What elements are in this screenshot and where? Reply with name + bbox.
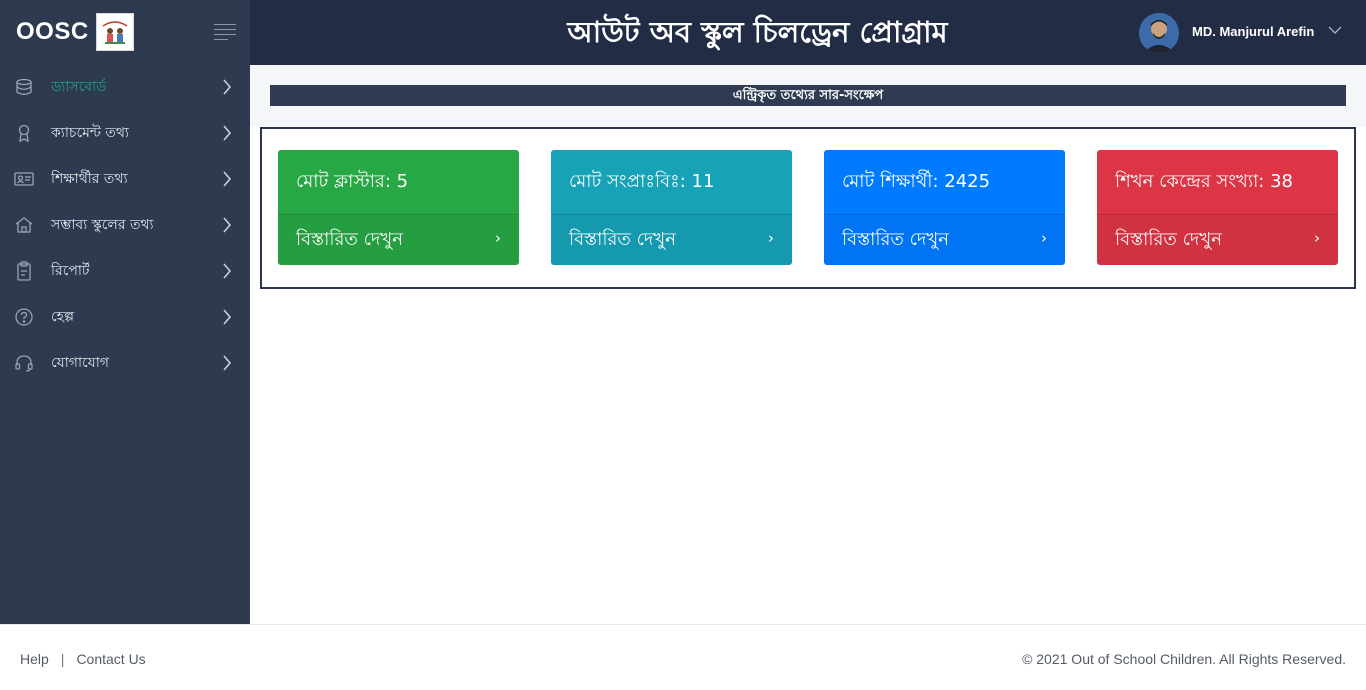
learning-center-card: শিখন কেন্দ্রের সংখ্যা: 38 বিস্তারিত দেখু… — [1097, 150, 1338, 265]
sidebar-item-label: হেল্প — [51, 309, 75, 325]
sidebar-item-label: শিক্ষার্থীর তথ্য — [51, 171, 128, 187]
database-icon — [14, 77, 34, 97]
card-link-label: বিস্তারিত দেখুন — [842, 229, 949, 250]
chevron-right-icon: › — [495, 229, 501, 247]
chevron-right-icon: › — [1041, 229, 1047, 247]
brand-name[interactable]: OOSC — [16, 18, 89, 46]
chevron-right-icon — [223, 263, 232, 279]
chevron-right-icon: › — [768, 229, 774, 247]
chevron-right-icon — [223, 355, 232, 371]
sidebar-item-label: যোগাযোগ — [51, 355, 109, 371]
user-name[interactable]: MD. Manjurul Arefin — [1192, 24, 1314, 39]
card-details-link[interactable]: বিস্তারিত দেখুন › — [278, 214, 519, 265]
sidebar: OOSC ড্যাসবোর্ড ক্যাচমেন্ট তথ্য শিক্ষার্… — [0, 0, 250, 624]
chevron-right-icon — [223, 79, 232, 95]
sidebar-item-contact[interactable]: যোগাযোগ — [0, 340, 250, 386]
id-card-icon — [14, 169, 34, 189]
card-label: মোট শিক্ষার্থী: 2425 — [842, 170, 991, 192]
oosc-logo-icon — [95, 13, 134, 51]
chevron-right-icon: › — [1314, 229, 1320, 247]
summary-header-area: এন্ট্রিকৃত তথ্যের সার-সংক্ষেপ — [250, 65, 1366, 127]
sidebar-item-schools[interactable]: সম্ভাব্য স্কুলের তথ্য — [0, 202, 250, 248]
brand: OOSC — [0, 0, 250, 64]
card-details-link[interactable]: বিস্তারিত দেখুন › — [1097, 214, 1338, 265]
card-label: শিখন কেন্দ্রের সংখ্যা: 38 — [1115, 170, 1293, 192]
card-label: মোট ক্লাস্টার: 5 — [296, 170, 409, 192]
sidebar-item-dashboard[interactable]: ড্যাসবোর্ড — [0, 64, 250, 110]
sidebar-item-help[interactable]: হেল্প — [0, 294, 250, 340]
card-link-label: বিস্তারিত দেখুন — [296, 229, 403, 250]
footer-links: Help | Contact Us — [20, 651, 146, 667]
summary-panel: মোট ক্লাস্টার: 5 বিস্তারিত দেখুন › মোট স… — [260, 127, 1356, 289]
sidebar-item-catchment[interactable]: ক্যাচমেন্ট তথ্য — [0, 110, 250, 156]
main-content: এন্ট্রিকৃত তথ্যের সার-সংক্ষেপ মোট ক্লাস্… — [250, 65, 1366, 624]
footer-separator: | — [60, 651, 65, 667]
school-icon — [14, 215, 34, 235]
chevron-down-icon[interactable] — [1328, 26, 1342, 35]
card-link-label: বিস্তারিত দেখুন — [1115, 229, 1222, 250]
chevron-right-icon — [223, 125, 232, 141]
card-link-label: বিস্তারিত দেখুন — [569, 229, 676, 250]
chevron-right-icon — [223, 171, 232, 187]
card-details-link[interactable]: বিস্তারিত দেখুন › — [551, 214, 792, 265]
page-title: আউট অব স্কুল চিলড্রেন প্রোগ্রাম — [567, 15, 948, 49]
sidebar-item-label: ক্যাচমেন্ট তথ্য — [51, 125, 129, 141]
sidebar-item-label: সম্ভাব্য স্কুলের তথ্য — [51, 217, 154, 233]
footer: Help | Contact Us © 2021 Out of School Chi… — [0, 624, 1366, 690]
menu-toggle-icon[interactable] — [214, 24, 236, 40]
sidebar-item-report[interactable]: রিপোর্ট — [0, 248, 250, 294]
sidebar-item-label: রিপোর্ট — [51, 263, 90, 279]
avatar[interactable] — [1139, 13, 1179, 53]
topbar: আউট অব স্কুল চিলড্রেন প্রোগ্রাম MD. Manj… — [250, 0, 1366, 65]
card-label: মোট সংপ্রাঃবিঃ: 11 — [569, 170, 715, 192]
copyright: © 2021 Out of School Children. All Right… — [1022, 651, 1346, 667]
headset-icon — [14, 353, 34, 373]
footer-help-link[interactable]: Help — [20, 651, 49, 667]
clipboard-icon — [14, 261, 34, 281]
card-details-link[interactable]: বিস্তারিত দেখুন › — [824, 214, 1065, 265]
help-icon — [14, 307, 34, 327]
students-card: মোট শিক্ষার্থী: 2425 বিস্তারিত দেখুন › — [824, 150, 1065, 265]
award-icon — [14, 123, 34, 143]
sidebar-menu: ড্যাসবোর্ড ক্যাচমেন্ট তথ্য শিক্ষার্থীর ত… — [0, 64, 250, 386]
summary-title: এন্ট্রিকৃত তথ্যের সার-সংক্ষেপ — [270, 85, 1346, 106]
chevron-right-icon — [223, 309, 232, 325]
cluster-card: মোট ক্লাস্টার: 5 বিস্তারিত দেখুন › — [278, 150, 519, 265]
primary-school-card: মোট সংপ্রাঃবিঃ: 11 বিস্তারিত দেখুন › — [551, 150, 792, 265]
sidebar-item-students[interactable]: শিক্ষার্থীর তথ্য — [0, 156, 250, 202]
sidebar-item-label: ড্যাসবোর্ড — [51, 79, 107, 95]
footer-contact-link[interactable]: Contact Us — [76, 651, 145, 667]
chevron-right-icon — [223, 217, 232, 233]
